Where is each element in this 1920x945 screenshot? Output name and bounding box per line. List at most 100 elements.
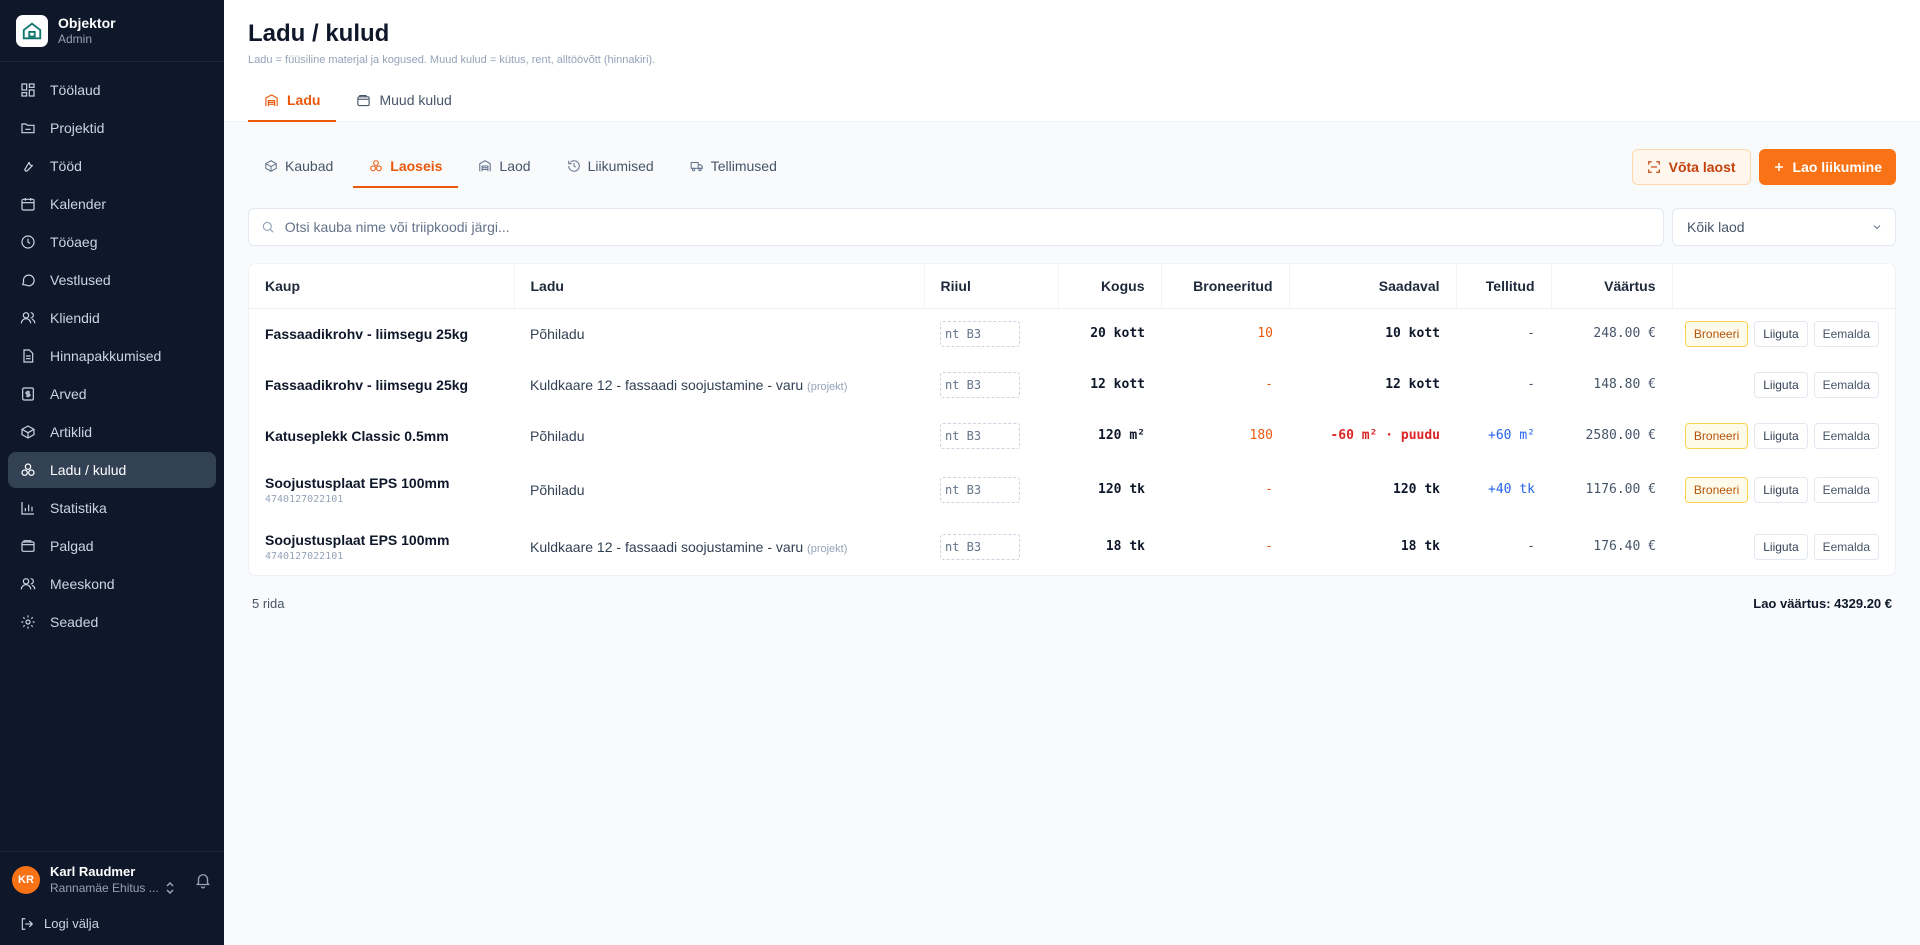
tab-ladu[interactable]: Ladu	[248, 80, 337, 122]
search-input[interactable]	[284, 219, 1651, 235]
sidebar-item-calendar[interactable]: Kalender	[8, 186, 216, 222]
subtab-liikumised[interactable]: Liikumised	[551, 146, 670, 188]
sidebar-item-package[interactable]: Artiklid	[8, 414, 216, 450]
book-button[interactable]: Broneeri	[1684, 422, 1749, 449]
subtab-laod[interactable]: Laod	[462, 146, 546, 188]
logout-button[interactable]: Logi välja	[12, 910, 212, 937]
table-row: Soojustusplaat EPS 100mm 4740127022101 Põh…	[249, 461, 1895, 518]
take-from-stock-button[interactable]: Võta laost	[1631, 149, 1751, 185]
shelf-input[interactable]: nt B3	[940, 476, 1020, 503]
team-icon	[20, 578, 36, 590]
table-row: Fassaadikrohv - liimsegu 25kg Põhiladu nt …	[249, 308, 1895, 359]
sidebar-item-boxes[interactable]: Ladu / kulud	[8, 452, 216, 488]
project-tag: (projekt)	[807, 380, 848, 393]
reserved-cell: 180	[1249, 428, 1273, 443]
sidebar-item-users[interactable]: Kliendid	[8, 300, 216, 336]
col-warehouse[interactable]: Ladu	[514, 264, 925, 309]
sidebar-item-dashboard[interactable]: Töölaud	[8, 72, 216, 108]
move-button[interactable]: Liiguta	[1754, 422, 1808, 449]
shelf-input[interactable]: nt B3	[940, 320, 1020, 347]
item-barcode: 4740127022101	[265, 493, 344, 505]
tab-muud-kulud[interactable]: Muud kulud	[340, 80, 467, 122]
remove-button[interactable]: Eemalda	[1813, 371, 1879, 398]
move-button[interactable]: Liiguta	[1754, 320, 1808, 347]
sidebar-item-folder[interactable]: Projektid	[8, 110, 216, 146]
warehouse-name: Kuldkaare 12 - fassaadi soojustamine - v…	[530, 376, 804, 393]
logout-label: Logi välja	[44, 916, 99, 931]
stock-total-value: Lao väärtus: 4329.20 €	[1753, 596, 1892, 611]
sidebar-item-chart[interactable]: Statistika	[8, 490, 216, 526]
sidebar-item-label: Seaded	[50, 614, 99, 630]
col-actions	[1672, 264, 1895, 309]
chat-icon	[21, 274, 35, 287]
remove-button[interactable]: Eemalda	[1813, 320, 1879, 347]
sidebar-item-team[interactable]: Meeskond	[8, 566, 216, 602]
calendar-icon	[21, 198, 35, 211]
chevron-up-down-icon	[166, 882, 174, 894]
move-button[interactable]: Liiguta	[1754, 371, 1808, 398]
content: Kaubad Laoseis Laod Liikumised Tellimused Võ…	[224, 122, 1920, 611]
sidebar-item-wallet[interactable]: Palgad	[8, 528, 216, 564]
book-button[interactable]: Broneeri	[1684, 320, 1749, 347]
subtab-tellimused[interactable]: Tellimused	[674, 146, 793, 188]
shelf-input[interactable]: nt B3	[940, 422, 1020, 449]
sidebar-item-wrench[interactable]: Tööd	[8, 148, 216, 184]
stack-icon	[370, 160, 383, 172]
user-box: KR Karl Raudmer Rannamäe Ehitus ... Logi…	[0, 851, 224, 945]
remove-button[interactable]: Eemalda	[1813, 476, 1879, 503]
package-icon	[21, 425, 35, 439]
shelf-input[interactable]: nt B3	[940, 533, 1020, 560]
sidebar-item-invoice[interactable]: Arved	[8, 376, 216, 412]
subtab-label: Kaubad	[285, 158, 334, 174]
warehouse-select[interactable]: Kõik laod	[1672, 208, 1896, 246]
col-value[interactable]: Väärtus	[1551, 264, 1673, 309]
sidebar-item-label: Ladu / kulud	[50, 462, 127, 478]
item-name: Fassaadikrohv - liimsegu 25kg	[265, 376, 469, 393]
remove-button[interactable]: Eemalda	[1813, 422, 1879, 449]
available-cell: 120 tk	[1393, 482, 1440, 497]
logout-icon	[21, 917, 34, 930]
user-switcher[interactable]: Karl Raudmer Rannamäe Ehitus ...	[50, 864, 175, 896]
shelf-input[interactable]: nt B3	[940, 371, 1020, 398]
search-icon	[262, 221, 274, 233]
warehouse-name: Põhiladu	[530, 427, 585, 444]
col-shelf[interactable]: Riiul	[924, 264, 1059, 309]
col-item[interactable]: Kaup	[249, 264, 515, 309]
search-box	[248, 208, 1664, 246]
sidebar-item-clock[interactable]: Tööaeg	[8, 224, 216, 260]
move-button[interactable]: Liiguta	[1754, 476, 1808, 503]
table-header-row: Kaup Ladu Riiul Kogus Broneeritud Saadav…	[249, 264, 1895, 309]
value-cell: 2580.00 €	[1585, 428, 1656, 443]
col-reserved[interactable]: Broneeritud	[1161, 264, 1290, 309]
col-quantity[interactable]: Kogus	[1058, 264, 1162, 309]
brand[interactable]: Objektor Admin	[0, 0, 224, 62]
wallet-icon	[21, 540, 35, 552]
sidebar-item-label: Hinnapakkumised	[50, 348, 162, 364]
sidebar-item-document[interactable]: Hinnapakkumised	[8, 338, 216, 374]
col-ordered[interactable]: Tellitud	[1456, 264, 1552, 309]
book-button[interactable]: Broneeri	[1684, 476, 1749, 503]
sidebar-item-label: Kalender	[50, 196, 107, 212]
warehouse-name: Põhiladu	[530, 325, 585, 342]
col-available[interactable]: Saadaval	[1289, 264, 1457, 309]
project-tag: (projekt)	[807, 542, 848, 555]
stock-movement-button[interactable]: Lao liikumine	[1758, 149, 1896, 185]
row-count: 5 rida	[252, 596, 285, 611]
subtab-laoseis[interactable]: Laoseis	[353, 146, 459, 188]
remove-button[interactable]: Eemalda	[1813, 533, 1879, 560]
box-icon	[265, 160, 277, 172]
warehouse-name: Kuldkaare 12 - fassaadi soojustamine - v…	[530, 538, 804, 555]
subtab-kaubad[interactable]: Kaubad	[248, 146, 349, 188]
subtab-label: Laoseis	[390, 158, 443, 174]
sidebar-item-chat[interactable]: Vestlused	[8, 262, 216, 298]
bell-icon[interactable]	[194, 871, 212, 889]
stock-table-card: Kaup Ladu Riiul Kogus Broneeritud Saadav…	[248, 263, 1896, 576]
sidebar-item-gear[interactable]: Seaded	[8, 604, 216, 640]
item-barcode: 4740127022101	[265, 550, 344, 562]
company-name: Rannamäe Ehitus ...	[50, 881, 159, 895]
avatar[interactable]: KR	[12, 866, 40, 894]
available-cell: -60 m² · puudu	[1330, 428, 1440, 443]
available-cell: 12 kott	[1385, 377, 1440, 392]
wallet-icon	[357, 94, 371, 106]
move-button[interactable]: Liiguta	[1754, 533, 1808, 560]
